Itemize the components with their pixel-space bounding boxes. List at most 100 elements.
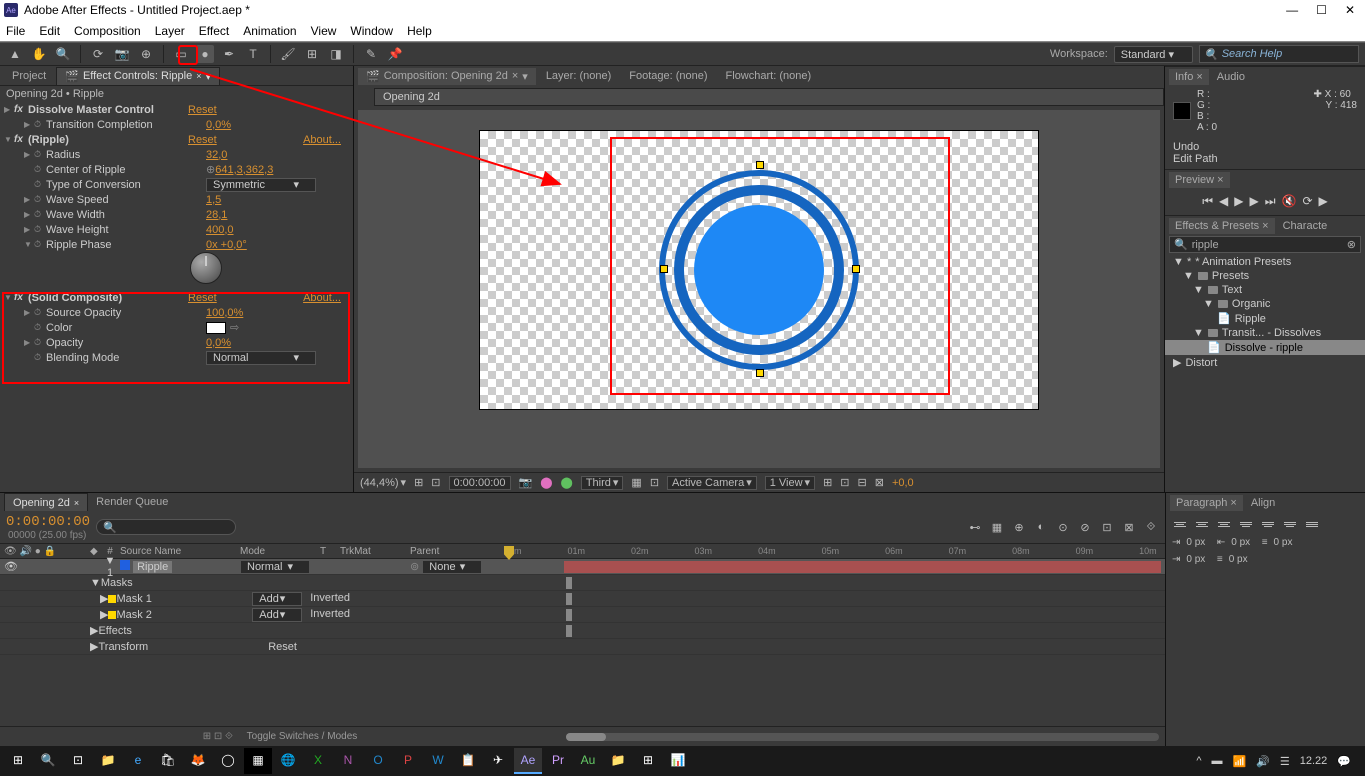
menu-effect[interactable]: Effect bbox=[199, 24, 229, 38]
mask-item[interactable]: Mask 2 bbox=[116, 609, 151, 621]
opacity-value[interactable]: 0,0% bbox=[206, 337, 231, 349]
ram-preview-icon[interactable]: ▶ bbox=[1319, 194, 1328, 209]
reset-link[interactable]: Reset bbox=[188, 104, 217, 116]
wave-width-value[interactable]: 28,1 bbox=[206, 209, 227, 221]
puppet-tool-icon[interactable]: 📌 bbox=[386, 45, 404, 63]
tl-icon[interactable]: ⊙ bbox=[1055, 519, 1071, 535]
layer-mode-dropdown[interactable]: Normal▾ bbox=[240, 560, 310, 574]
last-frame-icon[interactable]: ⏭ bbox=[1265, 194, 1276, 209]
volume-icon[interactable]: 🔊 bbox=[1256, 755, 1270, 768]
toggle-switches-button[interactable]: Toggle Switches / Modes bbox=[247, 731, 358, 742]
tl-icon[interactable]: ⊘ bbox=[1077, 519, 1093, 535]
tree-item[interactable]: ▼ Organic bbox=[1165, 297, 1365, 311]
transform-handle[interactable] bbox=[756, 161, 764, 169]
tree-item[interactable]: ▼ Presets bbox=[1165, 269, 1365, 283]
ripple-phase-value[interactable]: 0x +0,0° bbox=[206, 239, 247, 251]
layer-bar[interactable] bbox=[564, 561, 1161, 573]
comp-inner-tab[interactable]: Opening 2d bbox=[374, 88, 1164, 106]
fx-solid-label[interactable]: (Solid Composite) bbox=[28, 292, 188, 304]
tl-icon[interactable]: ⊷ bbox=[967, 519, 983, 535]
close-button[interactable]: ✕ bbox=[1345, 3, 1355, 17]
composition-viewer[interactable] bbox=[358, 110, 1160, 468]
wifi-icon[interactable]: 📶 bbox=[1232, 755, 1246, 768]
indent-value[interactable]: 0 px bbox=[1186, 537, 1205, 548]
reset-link[interactable]: Reset bbox=[188, 134, 217, 146]
zoom-slider[interactable] bbox=[566, 733, 1159, 741]
app-icon[interactable]: ▦ bbox=[244, 748, 272, 774]
edge-icon[interactable]: e bbox=[124, 748, 152, 774]
transform-handle[interactable] bbox=[852, 265, 860, 273]
resolution-dropdown[interactable]: Third ▾ bbox=[581, 476, 624, 490]
task-view-icon[interactable]: ⊡ bbox=[64, 748, 92, 774]
tl-icon[interactable]: ⟐ bbox=[1143, 519, 1159, 535]
app-icon[interactable]: ✈ bbox=[484, 748, 512, 774]
menu-file[interactable]: File bbox=[6, 24, 25, 38]
menu-animation[interactable]: Animation bbox=[243, 24, 296, 38]
timeline-search[interactable]: 🔍 bbox=[96, 519, 236, 535]
radius-value[interactable]: 32,0 bbox=[206, 149, 227, 161]
prev-frame-icon[interactable]: ◀ bbox=[1219, 194, 1228, 209]
stamp-tool-icon[interactable]: ⊞ bbox=[303, 45, 321, 63]
zoom-tool-icon[interactable]: 🔍 bbox=[54, 45, 72, 63]
tree-item-selected[interactable]: 📄 Dissolve - ripple bbox=[1165, 340, 1365, 355]
keyframe-icon[interactable] bbox=[566, 577, 572, 589]
store-icon[interactable]: 🛍 bbox=[154, 748, 182, 774]
flowchart-tab[interactable]: Flowchart: (none) bbox=[718, 68, 820, 84]
zoom-dropdown[interactable]: (44,4%) ▾ bbox=[360, 476, 406, 489]
align-tab[interactable]: Align bbox=[1245, 495, 1281, 511]
effect-controls-tab[interactable]: 🎬 Effect Controls: Ripple × ▾ bbox=[56, 67, 220, 85]
excel-icon[interactable]: X bbox=[304, 748, 332, 774]
tree-item[interactable]: ▶ Distort bbox=[1165, 355, 1365, 370]
current-time[interactable]: 0:00:00:00 bbox=[6, 514, 90, 530]
audio-tab[interactable]: Audio bbox=[1211, 69, 1251, 85]
mute-icon[interactable]: 🔇 bbox=[1282, 194, 1297, 209]
battery-icon[interactable]: ▬ bbox=[1211, 755, 1222, 767]
reset-link[interactable]: Reset bbox=[188, 292, 217, 304]
search-help-field[interactable]: 🔍 Search Help bbox=[1199, 45, 1359, 63]
about-link[interactable]: About... bbox=[303, 134, 349, 146]
camera-dropdown[interactable]: Active Camera ▾ bbox=[667, 476, 757, 490]
hand-tool-icon[interactable]: ✋ bbox=[30, 45, 48, 63]
search-icon[interactable]: 🔍 bbox=[34, 748, 62, 774]
mask-mode-dropdown[interactable]: Add▾ bbox=[252, 592, 302, 606]
menu-window[interactable]: Window bbox=[350, 24, 393, 38]
parent-dropdown[interactable]: None▾ bbox=[422, 560, 482, 574]
layer-tab[interactable]: Layer: (none) bbox=[538, 68, 619, 84]
effects-search[interactable]: 🔍 ripple⊗ bbox=[1169, 236, 1361, 253]
app-icon[interactable]: ⊞ bbox=[634, 748, 662, 774]
firefox-icon[interactable]: 🦊 bbox=[184, 748, 212, 774]
clock[interactable]: 12.22 bbox=[1300, 755, 1328, 767]
layer-row[interactable]: 👁 ▼ 1 Ripple Normal▾ ⊚ None▾ bbox=[0, 559, 1165, 575]
fx-dissolve-label[interactable]: Dissolve Master Control bbox=[28, 104, 188, 116]
transform-group[interactable]: Transform bbox=[98, 641, 148, 653]
info-tab[interactable]: Info× bbox=[1169, 69, 1209, 85]
next-frame-icon[interactable]: ▶ bbox=[1249, 194, 1258, 209]
justify-all-icon[interactable] bbox=[1304, 517, 1320, 531]
menu-help[interactable]: Help bbox=[407, 24, 432, 38]
cortana-icon[interactable]: ◯ bbox=[214, 748, 242, 774]
keyboard-icon[interactable]: ☰ bbox=[1280, 755, 1290, 768]
word-icon[interactable]: W bbox=[424, 748, 452, 774]
reset-link[interactable]: Reset bbox=[268, 641, 297, 653]
character-tab[interactable]: Characte bbox=[1277, 218, 1334, 234]
paragraph-tab[interactable]: Paragraph× bbox=[1170, 495, 1243, 511]
app-icon[interactable]: 📊 bbox=[664, 748, 692, 774]
tl-icon[interactable]: ⊕ bbox=[1011, 519, 1027, 535]
justify-center-icon[interactable] bbox=[1260, 517, 1276, 531]
tree-item[interactable]: ▼ Transit... - Dissolves bbox=[1165, 326, 1365, 340]
about-link[interactable]: About... bbox=[303, 292, 349, 304]
fx-ripple-label[interactable]: (Ripple) bbox=[28, 134, 188, 146]
render-queue-tab[interactable]: Render Queue bbox=[88, 493, 176, 511]
play-icon[interactable]: ▶ bbox=[1234, 194, 1243, 209]
footage-tab[interactable]: Footage: (none) bbox=[621, 68, 715, 84]
explorer-icon[interactable]: 📁 bbox=[94, 748, 122, 774]
tl-icon[interactable]: ◐ bbox=[1033, 519, 1049, 535]
blend-mode-dropdown[interactable]: Normal▾ bbox=[206, 351, 316, 365]
after-effects-icon[interactable]: Ae bbox=[514, 748, 542, 774]
maximize-button[interactable]: ☐ bbox=[1316, 3, 1327, 17]
tl-icon[interactable]: ⊡ bbox=[1099, 519, 1115, 535]
time-display[interactable]: 0:00:00:00 bbox=[449, 476, 511, 490]
camera-tool-icon[interactable]: 📷 bbox=[113, 45, 131, 63]
source-opacity-value[interactable]: 100,0% bbox=[206, 307, 243, 319]
wave-speed-value[interactable]: 1,5 bbox=[206, 194, 221, 206]
